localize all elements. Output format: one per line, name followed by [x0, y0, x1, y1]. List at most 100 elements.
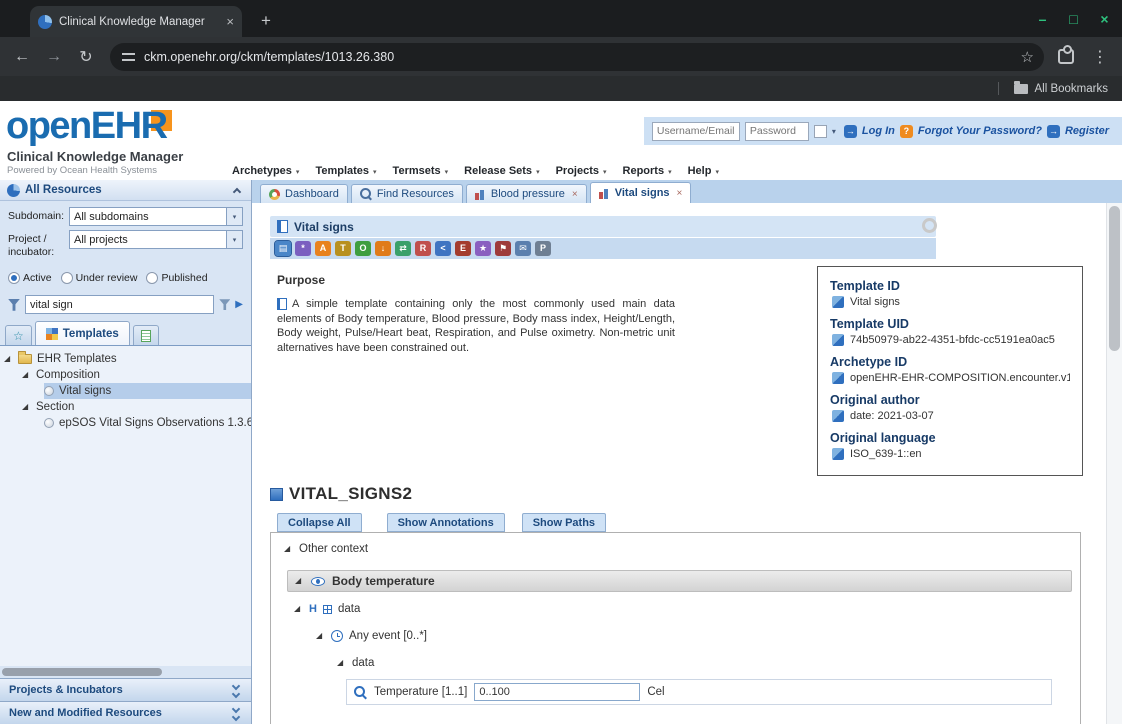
report-icon[interactable]: R	[415, 241, 431, 256]
scrollbar-thumb[interactable]	[2, 668, 162, 676]
new-tab-button[interactable]: +	[254, 9, 278, 33]
reload-button[interactable]: ↻	[72, 44, 100, 70]
tree-row-section[interactable]: ◢ Section	[4, 399, 251, 415]
folder-icon	[1014, 84, 1028, 94]
remember-me-checkbox[interactable]	[814, 125, 827, 138]
select-caret-icon[interactable]: ▾	[226, 231, 242, 248]
watch-icon[interactable]: ★	[475, 241, 491, 256]
expander-icon[interactable]: ◢	[22, 403, 31, 411]
radio-button-icon[interactable]	[61, 272, 73, 284]
metadata-doc-icon	[832, 296, 844, 308]
bookmark-star-icon[interactable]: ☆	[1021, 48, 1034, 66]
forward-button[interactable]: →	[40, 44, 68, 70]
expander-icon[interactable]: ◢	[22, 371, 31, 379]
flag-icon[interactable]: ⚑	[495, 241, 511, 256]
tree-row-composition[interactable]: ◢ Composition	[4, 367, 251, 383]
radio-active[interactable]: Active	[8, 272, 52, 284]
templates-tab[interactable]: Templates	[35, 321, 130, 345]
window-close-button[interactable]: ×	[1095, 11, 1114, 27]
projects-incubators-bar[interactable]: Projects & Incubators	[0, 678, 251, 701]
expander-icon[interactable]: ◢	[294, 605, 303, 613]
tab-vital-signs[interactable]: Vital signs ×	[590, 182, 692, 203]
radio-published[interactable]: Published	[146, 272, 207, 284]
extensions-icon[interactable]	[1058, 49, 1074, 64]
menu-reports[interactable]: Reports▾	[623, 165, 672, 177]
template-item-icon	[44, 386, 54, 396]
login-options-caret-icon[interactable]: ▾	[832, 127, 836, 136]
radio-under-review[interactable]: Under review	[61, 272, 138, 284]
search-go-icon[interactable]: ▶	[235, 299, 243, 310]
all-bookmarks-button[interactable]: All Bookmarks	[1035, 83, 1109, 95]
browser-menu-icon[interactable]: ⋮	[1086, 47, 1114, 67]
tree-row-body-temperature[interactable]: ◢ Body temperature	[287, 570, 1072, 592]
site-settings-icon[interactable]	[122, 50, 135, 63]
menu-termsets[interactable]: Termsets▾	[393, 165, 449, 177]
view-details-icon[interactable]: ▤	[275, 241, 291, 256]
show-annotations-button[interactable]: Show Annotations	[387, 513, 505, 532]
collapse-panel-icon[interactable]	[233, 187, 241, 195]
close-tab-icon[interactable]: ×	[677, 188, 683, 199]
minimize-button[interactable]: –	[1033, 11, 1052, 27]
filter-funnel-icon	[8, 299, 20, 311]
expander-icon[interactable]: ◢	[295, 577, 304, 585]
radio-button-icon[interactable]	[8, 272, 20, 284]
favorites-tab[interactable]: ☆	[5, 325, 32, 345]
expander-icon[interactable]: ◢	[337, 659, 346, 667]
menu-templates[interactable]: Templates▾	[315, 165, 376, 177]
password-field[interactable]	[745, 122, 809, 141]
project-select[interactable]: All projects ▾	[69, 230, 243, 249]
tab-close-icon[interactable]: ×	[226, 15, 234, 28]
collapse-all-button[interactable]: Collapse All	[277, 513, 362, 532]
tree-row-other-context[interactable]: ◢ Other context	[271, 540, 1080, 558]
compare-icon[interactable]: ⇄	[395, 241, 411, 256]
tree-row-epsos[interactable]: epSOS Vital Signs Observations 1.3.6.1	[4, 415, 251, 431]
tree-row-data-inner[interactable]: ◢ data	[337, 655, 1080, 671]
menu-archetypes[interactable]: Archetypes▾	[232, 165, 299, 177]
register-link[interactable]: Register	[1065, 125, 1109, 137]
print-icon[interactable]: P	[535, 241, 551, 256]
new-modified-resources-bar[interactable]: New and Modified Resources	[0, 701, 251, 724]
tree-row-ehr-templates[interactable]: ◢ EHR Templates	[4, 351, 251, 367]
opt-icon[interactable]: O	[355, 241, 371, 256]
tab-blood-pressure[interactable]: Blood pressure ×	[466, 184, 587, 203]
oet-icon[interactable]: T	[335, 241, 351, 256]
adl-icon[interactable]: A	[315, 241, 331, 256]
menu-projects[interactable]: Projects▾	[556, 165, 607, 177]
tab-dashboard[interactable]: Dashboard	[260, 184, 348, 203]
search-input[interactable]	[25, 295, 214, 314]
email-icon[interactable]: ✉	[515, 241, 531, 256]
tab-find-resources[interactable]: Find Resources	[351, 184, 463, 203]
log-in-link[interactable]: Log In	[862, 125, 895, 137]
all-resources-title: All Resources	[25, 184, 229, 196]
expander-icon[interactable]: ◢	[284, 545, 293, 553]
templates-grid-icon	[46, 328, 58, 340]
back-button[interactable]: ←	[8, 44, 36, 70]
temperature-range-input[interactable]	[474, 683, 640, 701]
select-caret-icon[interactable]: ▾	[226, 208, 242, 225]
scrollbar-thumb[interactable]	[1109, 206, 1120, 351]
tree-row-any-event[interactable]: ◢ Any event [0..*]	[316, 628, 1080, 644]
close-tab-icon[interactable]: ×	[572, 189, 578, 200]
export-icon[interactable]: E	[455, 241, 471, 256]
tree-row-temperature[interactable]: Temperature [1..1] Cel	[346, 679, 1052, 705]
filter-edit-icon[interactable]	[219, 299, 230, 310]
download-icon[interactable]: ↓	[375, 241, 391, 256]
tree-row-data[interactable]: ◢ H data	[294, 601, 1080, 617]
menu-release-sets[interactable]: Release Sets▾	[464, 165, 539, 177]
browser-tab[interactable]: Clinical Knowledge Manager ×	[30, 6, 242, 37]
show-paths-button[interactable]: Show Paths	[522, 513, 606, 532]
expander-icon[interactable]: ◢	[316, 632, 325, 640]
radio-button-icon[interactable]	[146, 272, 158, 284]
address-bar[interactable]: ckm.openehr.org/ckm/templates/1013.26.38…	[110, 43, 1044, 71]
expander-icon[interactable]: ◢	[4, 355, 13, 363]
mindmap-icon[interactable]: *	[295, 241, 311, 256]
maximize-button[interactable]: □	[1064, 11, 1083, 27]
forgot-password-link[interactable]: Forgot Your Password?	[918, 125, 1042, 137]
lists-tab[interactable]	[133, 325, 159, 345]
favorites-star-icon: ☆	[13, 330, 24, 342]
subdomain-select[interactable]: All subdomains ▾	[69, 207, 243, 226]
menu-help[interactable]: Help▾	[688, 165, 719, 177]
tree-row-vital-signs[interactable]: Vital signs	[44, 383, 251, 399]
username-field[interactable]	[652, 122, 740, 141]
share-icon[interactable]: <	[435, 241, 451, 256]
